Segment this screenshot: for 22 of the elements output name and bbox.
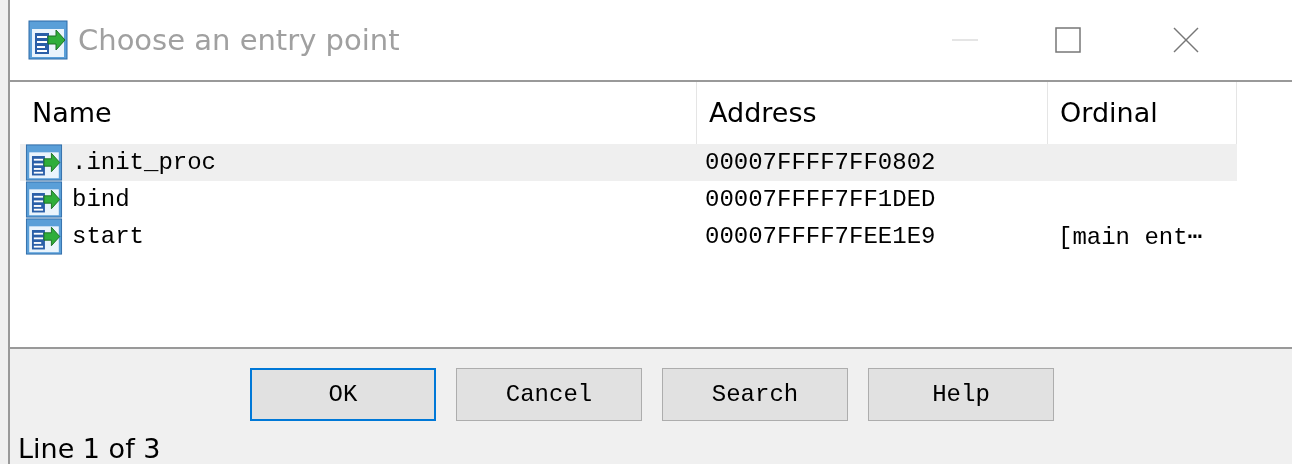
- entry-address: 00007FFFF7FF0802: [705, 148, 936, 176]
- entry-name: start: [72, 222, 144, 250]
- entry-address: 00007FFFF7FEE1E9: [705, 222, 936, 250]
- close-icon[interactable]: [1173, 27, 1199, 53]
- dialog-button[interactable]: Help: [868, 368, 1054, 421]
- entry-point-icon: [28, 19, 68, 60]
- maximize-icon[interactable]: [1055, 27, 1081, 53]
- table-row[interactable]: .init_proc 00007FFFF7FF0802: [20, 143, 1237, 181]
- entry-ordinal: [main ent⋯: [1058, 222, 1203, 251]
- table-row[interactable]: start 00007FFFF7FEE1E9 [main ent⋯: [20, 217, 1237, 255]
- entry-name: bind: [72, 185, 130, 213]
- entry-address: 00007FFFF7FF1DED: [705, 185, 936, 213]
- dialog-button[interactable]: Cancel: [456, 368, 642, 421]
- entry-point-icon: [24, 180, 64, 218]
- window-title: Choose an entry point: [78, 22, 401, 57]
- status-text: Line 1 of 3: [17, 433, 162, 464]
- entry-point-icon: [24, 217, 64, 255]
- table-row[interactable]: bind 00007FFFF7FF1DED: [20, 180, 1237, 218]
- dialog-button[interactable]: Search: [662, 368, 848, 421]
- entry-point-icon: [24, 143, 64, 181]
- entry-name: .init_proc: [72, 148, 217, 176]
- dialog-button[interactable]: OK: [250, 368, 436, 421]
